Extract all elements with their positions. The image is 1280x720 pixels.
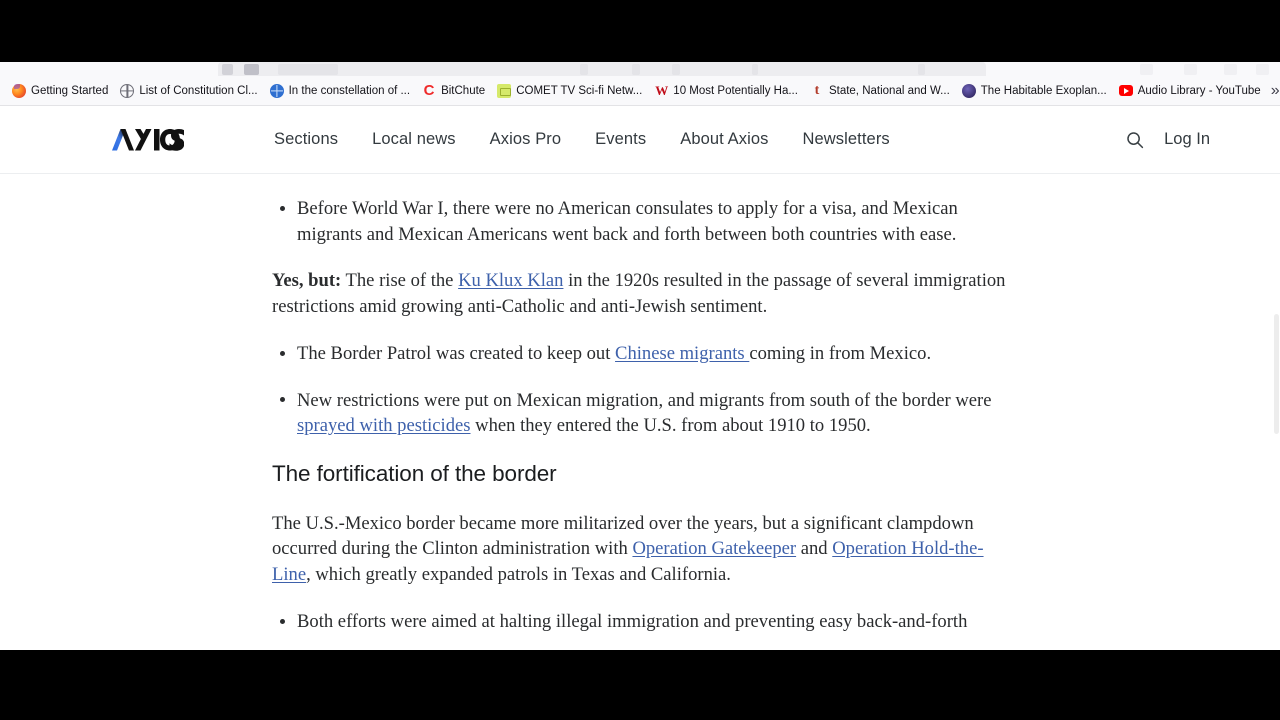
url-bar-sliver[interactable]	[0, 62, 1280, 76]
w-icon: W	[655, 82, 668, 98]
log-in-link[interactable]: Log In	[1164, 130, 1210, 149]
bookmark-label: COMET TV Sci-fi Netw...	[516, 84, 643, 97]
lead-in-label: Yes, but:	[272, 270, 342, 291]
scrollbar-thumb[interactable]	[1274, 314, 1279, 434]
text-run: when they entered the U.S. from about 19…	[470, 415, 871, 436]
link-ku-klux-klan[interactable]: Ku Klux Klan	[458, 270, 563, 291]
bookmark-label: In the constellation of ...	[288, 84, 411, 97]
link-operation-gatekeeper[interactable]: Operation Gatekeeper	[632, 538, 796, 559]
youtube-icon	[1118, 85, 1133, 96]
section-heading: The fortification of the border	[272, 460, 557, 486]
text-run: The rise of the	[341, 270, 459, 291]
article-body: Before World War I, there were no Americ…	[272, 174, 1012, 635]
browser-window: Getting Started List of Constitution Cl.…	[0, 62, 1280, 650]
text-run: New restrictions were put on Mexican mig…	[297, 389, 992, 411]
shield-icon	[222, 64, 233, 75]
link-sprayed-with-pesticides[interactable]: sprayed with pesticides	[297, 415, 471, 436]
bookmark-label: Getting Started	[31, 84, 109, 97]
reader-mode-icon[interactable]	[918, 64, 925, 75]
bookmark-in-the-constellation[interactable]: In the constellation of ...	[264, 82, 416, 100]
menu-icon[interactable]	[1256, 64, 1269, 75]
bookmark-audio-library-youtube[interactable]: Audio Library - YouTube	[1113, 82, 1267, 100]
list-item: Before World War I, there were no Americ…	[272, 196, 1012, 247]
text-run: and	[796, 538, 833, 559]
list-item: The Border Patrol was created to keep ou…	[272, 341, 1012, 367]
t-icon: t	[814, 82, 820, 98]
bookmark-list-of-constitution[interactable]: List of Constitution Cl...	[114, 82, 263, 100]
nav-item-newsletters[interactable]: Newsletters	[785, 124, 906, 155]
extension-icon-2[interactable]	[1184, 64, 1197, 75]
bookmark-label: Audio Library - YouTube	[1137, 84, 1261, 97]
bitchute-icon: C	[423, 81, 435, 99]
bookmarks-toolbar: Getting Started List of Constitution Cl.…	[0, 76, 1280, 106]
text-run: The Border Patrol was created to keep ou…	[297, 343, 616, 364]
header-actions: Log In	[1124, 129, 1280, 151]
nav-item-sections[interactable]: Sections	[257, 124, 355, 155]
list-item: Both efforts were aimed at halting illeg…	[272, 609, 1012, 635]
exoplanet-icon	[961, 83, 976, 98]
bookmark-comet-tv[interactable]: COMET TV Sci-fi Netw...	[491, 82, 648, 100]
nav-item-local-news[interactable]: Local news	[355, 124, 473, 155]
bookmarks-overflow-chevron-icon[interactable]: »	[1267, 82, 1280, 99]
comet-tv-icon	[497, 83, 512, 98]
bookmark-label: List of Constitution Cl...	[139, 84, 258, 97]
bookmark-the-habitable-exoplan[interactable]: The Habitable Exoplan...	[956, 82, 1113, 100]
bookmark-10-most-potentially-ha[interactable]: W 10 Most Potentially Ha...	[648, 82, 804, 100]
bookmark-label: 10 Most Potentially Ha...	[673, 84, 798, 97]
text-run: Both efforts were aimed at halting illeg…	[297, 611, 968, 632]
url-text-2	[580, 64, 588, 75]
bookmark-getting-started[interactable]: Getting Started	[6, 82, 114, 100]
globe-blue-icon	[269, 83, 284, 98]
nav-item-events[interactable]: Events	[578, 124, 663, 155]
padlock-icon	[244, 64, 259, 75]
url-text-4	[672, 64, 680, 75]
bullet-list-2: The Border Patrol was created to keep ou…	[272, 341, 1012, 439]
axios-logo[interactable]	[112, 106, 184, 173]
bookmark-label: State, National and W...	[828, 84, 950, 97]
bookmark-star-icon[interactable]	[752, 64, 758, 75]
article-scroll-region[interactable]: Before World War I, there were no Americ…	[0, 174, 1280, 648]
paragraph-fortification: The U.S.-Mexico border became more milit…	[272, 511, 1012, 588]
list-item: New restrictions were put on Mexican mig…	[272, 388, 1012, 439]
bullet-list-1: Before World War I, there were no Americ…	[272, 196, 1012, 247]
bookmark-bitchute[interactable]: C BitChute	[416, 82, 491, 100]
bookmark-label: The Habitable Exoplan...	[980, 84, 1107, 97]
text-run: Before World War I, there were no Americ…	[297, 198, 958, 245]
url-text-3	[632, 64, 640, 75]
bookmark-state-national-and-w[interactable]: t State, National and W...	[804, 82, 956, 100]
nav-item-axios-pro[interactable]: Axios Pro	[473, 124, 579, 155]
screen-letterbox: Getting Started List of Constitution Cl.…	[0, 0, 1280, 720]
text-run: coming in from Mexico.	[749, 343, 932, 364]
url-text	[278, 64, 338, 75]
bookmark-label: BitChute	[441, 84, 486, 97]
bullet-list-3: Both efforts were aimed at halting illeg…	[272, 609, 1012, 635]
account-icon[interactable]	[1224, 64, 1237, 75]
text-run: , which greatly expanded patrols in Texa…	[306, 563, 731, 585]
search-icon[interactable]	[1124, 129, 1146, 151]
firefox-icon	[12, 83, 26, 98]
primary-nav: Sections Local news Axios Pro Events Abo…	[257, 124, 907, 155]
page-scrollbar[interactable]	[1273, 174, 1280, 648]
site-header: Sections Local news Axios Pro Events Abo…	[0, 106, 1280, 174]
nav-item-about-axios[interactable]: About Axios	[663, 124, 785, 155]
extension-icon-1[interactable]	[1140, 64, 1153, 75]
link-chinese-migrants[interactable]: Chinese migrants	[615, 343, 749, 364]
globe-gray-icon	[120, 83, 135, 98]
paragraph-yes-but: Yes, but: The rise of the Ku Klux Klan i…	[272, 268, 1012, 319]
